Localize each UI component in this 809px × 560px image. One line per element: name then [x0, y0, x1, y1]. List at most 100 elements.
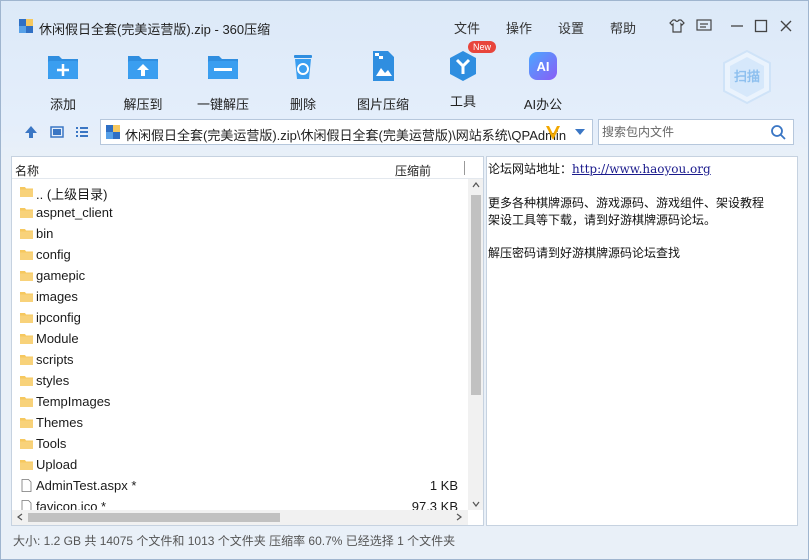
one-click-extract-icon — [208, 56, 238, 79]
scroll-left-icon[interactable] — [16, 513, 24, 521]
list-item[interactable]: Themes — [12, 412, 467, 433]
file-rows: .. (上级目录) aspnet_clientbin config gamepic im… — [12, 181, 467, 517]
folder-icon — [20, 187, 33, 197]
list-item[interactable]: bin — [12, 223, 467, 244]
search-box[interactable] — [598, 119, 794, 145]
scroll-right-icon[interactable] — [455, 513, 463, 521]
zip-archive-icon — [19, 19, 33, 33]
list-item[interactable]: scripts — [12, 349, 467, 370]
column-divider[interactable] — [464, 161, 465, 175]
list-item[interactable]: Module — [12, 328, 467, 349]
file-name: bin — [36, 226, 54, 241]
ai-icon: AI — [529, 52, 557, 80]
add-button[interactable]: 添加 — [28, 49, 98, 113]
folder-icon — [20, 355, 33, 365]
chevron-down-icon[interactable] — [573, 123, 587, 141]
file-list: 名称 压缩前 .. (上级目录) aspnet_clientbin config ga… — [11, 156, 484, 526]
list-view-icon[interactable] — [74, 124, 90, 140]
list-item[interactable]: config — [12, 244, 467, 265]
file-name: gamepic — [36, 268, 86, 283]
file-name: TempImages — [36, 394, 111, 409]
search-icon[interactable] — [770, 124, 786, 140]
folder-icon — [20, 292, 33, 302]
folder-icon — [20, 313, 33, 323]
list-item[interactable]: Upload — [12, 454, 467, 475]
delete-label: 删除 — [289, 97, 316, 112]
forum-link[interactable]: http://www.haoyou.org — [572, 162, 711, 176]
minimize-icon[interactable] — [728, 17, 746, 35]
delete-button[interactable]: 删除 — [268, 49, 338, 113]
new-badge: New — [467, 41, 496, 53]
comment-line-2: 更多各种棋牌源码、游戏源码、游戏组件、架设教程 — [488, 196, 765, 210]
column-header-size[interactable]: 压缩前 — [395, 162, 431, 179]
up-arrow-icon[interactable] — [23, 124, 39, 140]
address-path: 休闲假日全套(完美运营版).zip\休闲假日全套(完美运营版)\网站系统\QPA… — [125, 128, 567, 143]
tools-icon-wrap: New — [446, 41, 496, 83]
recycle-bin-icon — [294, 55, 312, 79]
close-icon[interactable] — [777, 17, 795, 35]
extract-to-button[interactable]: 解压到 — [108, 49, 178, 113]
image-compress-label: 图片压缩 — [356, 97, 409, 112]
v-check-icon[interactable] — [545, 122, 561, 142]
folder-icon — [20, 250, 33, 260]
title-bar: 休闲假日全套(完美运营版).zip - 360压缩 文件 操作 设置 帮助 — [1, 1, 808, 37]
one-click-extract-button[interactable]: 一键解压 — [188, 49, 258, 113]
file-name: config — [36, 247, 71, 262]
list-item[interactable]: gamepic — [12, 265, 467, 286]
folder-icon — [20, 397, 33, 407]
comment-line-4: 解压密码请到好游棋牌源码论坛查找 — [488, 246, 681, 260]
menu-file[interactable]: 文件 — [454, 18, 480, 37]
address-bar[interactable]: 休闲假日全套(完美运营版).zip\休闲假日全套(完美运营版)\网站系统\QPA… — [100, 119, 593, 145]
horizontal-scrollbar[interactable] — [12, 510, 468, 525]
column-header-name[interactable]: 名称 — [15, 162, 39, 179]
thumbnail-view-icon[interactable] — [49, 124, 65, 140]
vertical-scroll-thumb[interactable] — [471, 195, 481, 395]
folder-icon — [20, 439, 33, 449]
maximize-icon[interactable] — [752, 17, 770, 35]
folder-icon — [20, 460, 33, 470]
scroll-down-icon[interactable] — [472, 500, 480, 508]
tools-label: 工具 — [449, 94, 476, 109]
list-item[interactable]: aspnet_client — [12, 202, 467, 223]
file-name: styles — [36, 373, 70, 388]
folder-icon — [20, 376, 33, 386]
list-item[interactable]: styles — [12, 370, 467, 391]
list-item[interactable]: Tools — [12, 433, 467, 454]
menu-help[interactable]: 帮助 — [610, 18, 636, 37]
file-name: .. (上级目录) — [36, 187, 108, 202]
ai-icon-text: AI — [537, 59, 550, 74]
app-window: 休闲假日全套(完美运营版).zip - 360压缩 文件 操作 设置 帮助 添加… — [0, 0, 809, 560]
archive-comment-pane: 论坛网站地址：http://www.haoyou.org 更多各种棋牌源码、游戏… — [486, 156, 798, 526]
list-item[interactable]: .. (上级目录) — [12, 181, 467, 202]
list-item[interactable]: AdminTest.aspx * 1 KB — [12, 475, 467, 496]
file-name: Themes — [36, 415, 83, 430]
file-name: aspnet_client — [36, 205, 113, 220]
list-item[interactable]: TempImages — [12, 391, 467, 412]
file-name: AdminTest.aspx * — [36, 478, 137, 493]
list-header: 名称 压缩前 — [12, 157, 483, 179]
feedback-icon[interactable] — [695, 17, 713, 35]
ai-office-label: AI办公 — [523, 97, 563, 112]
list-item[interactable]: ipconfig — [12, 307, 467, 328]
add-icon — [48, 56, 78, 79]
folder-icon — [20, 271, 33, 281]
horizontal-scroll-thumb[interactable] — [28, 513, 280, 522]
folder-icon — [20, 208, 33, 218]
list-item[interactable]: images — [12, 286, 467, 307]
menu-settings[interactable]: 设置 — [558, 18, 584, 37]
window-title: 休闲假日全套(完美运营版).zip - 360压缩 — [39, 22, 271, 37]
ai-office-button[interactable]: AI AI办公 — [508, 49, 578, 113]
file-name: scripts — [36, 352, 74, 367]
menu-operate[interactable]: 操作 — [506, 18, 532, 37]
skin-shirt-icon[interactable] — [668, 17, 686, 35]
vertical-scrollbar[interactable] — [468, 179, 483, 510]
file-name: ipconfig — [36, 310, 81, 325]
scroll-up-icon[interactable] — [472, 181, 480, 189]
tools-button[interactable]: New 工具 — [428, 41, 498, 110]
image-compress-button[interactable]: 图片压缩 — [348, 49, 418, 113]
search-input[interactable] — [602, 123, 762, 141]
scan-shield-icon[interactable]: 扫描 — [721, 49, 773, 105]
file-icon — [21, 479, 32, 492]
folder-icon — [20, 334, 33, 344]
tools-icon — [450, 51, 476, 81]
